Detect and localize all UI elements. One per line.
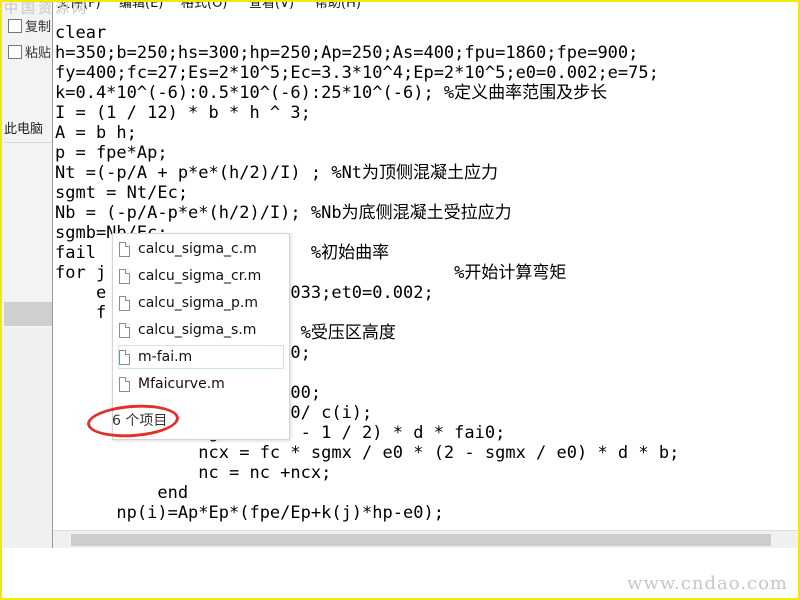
file-icon (119, 241, 130, 257)
code-line: fy=400;fc=27;Es=2*10^5;Ec=3.3*10^4;Ep=2*… (55, 63, 659, 83)
menu-bar: 文件(F) 编辑(E) 格式(O) 查看(V) 帮助(H) (53, 0, 800, 23)
code-line: end (55, 483, 189, 503)
file-name: calcu_sigma_s.m (138, 322, 257, 338)
watermark-bottom: www.cndao.com (627, 573, 788, 594)
file-icon (119, 349, 130, 365)
watermark-top: 中国资源网 (4, 1, 89, 17)
menu-format[interactable]: 格式(O) (181, 0, 227, 11)
code-line: np(i)=Ap*Ep*(fpe/Ep+k(j)*hp-e0); (55, 503, 444, 523)
file-item-calcu-sigma-s[interactable]: calcu_sigma_s.m (119, 319, 283, 341)
ribbon-paste-label: 粘贴 (25, 46, 52, 61)
file-item-mfaicurve[interactable]: Mfaicurve.m (119, 373, 283, 395)
ribbon-copy-button[interactable]: 复制 (8, 16, 51, 35)
code-line: Nt =(-p/A + p*e*(h/2)/I) ; %Nt为顶侧混凝土应力 (55, 163, 499, 183)
nav-divider (4, 142, 56, 143)
file-icon (119, 268, 130, 284)
file-item-calcu-sigma-cr[interactable]: calcu_sigma_cr.m (119, 265, 283, 287)
code-line: clear (55, 23, 107, 43)
file-item-calcu-sigma-p[interactable]: calcu_sigma_p.m (119, 292, 283, 314)
code-line: h=350;b=250;hs=300;hp=250;Ap=250;As=400;… (55, 43, 639, 63)
file-icon (119, 322, 130, 338)
nav-item-this-pc[interactable]: 此电脑 (4, 118, 43, 137)
menu-view[interactable]: 查看(V) (249, 0, 294, 11)
ribbon-paste-button[interactable]: 粘贴 (8, 42, 51, 61)
code-line: p = fpe*Ap; (55, 143, 168, 163)
nav-scrollbar-track[interactable] (4, 328, 56, 548)
file-icon (119, 376, 130, 392)
file-item-m-fai[interactable]: m-fai.m (118, 345, 284, 369)
code-line: A = b h; (55, 123, 137, 143)
file-name: m-fai.m (138, 349, 193, 365)
code-line: f (55, 303, 107, 323)
menu-edit[interactable]: 编辑(E) (119, 0, 163, 11)
code-line: k=0.4*10^(-6):0.5*10^(-6):25*10^(-6); %定… (55, 83, 608, 103)
file-icon (119, 295, 130, 311)
explorer-sidebar: 复制 粘贴 此电脑 (2, 2, 56, 596)
file-name: calcu_sigma_c.m (138, 241, 257, 257)
nav-scrollbar-thumb[interactable] (4, 302, 56, 326)
code-line: sgmt = Nt/Ec; (55, 183, 189, 203)
code-line: I = (1 / 12) * b * h ^ 3; (55, 103, 311, 123)
code-line: ncx = fc * sgmx / e0 * (2 - sgmx / e0) *… (55, 443, 680, 463)
paste-icon (8, 44, 22, 59)
file-name: calcu_sigma_cr.m (138, 268, 262, 284)
horizontal-scrollbar-thumb[interactable] (71, 534, 771, 546)
menu-help[interactable]: 帮助(H) (315, 0, 361, 11)
horizontal-scrollbar[interactable] (53, 530, 800, 549)
file-name: Mfaicurve.m (138, 376, 225, 392)
code-line: Nb = (-p/A-p*e*(h/2)/I); %Nb为底侧混凝土受拉应力 (55, 203, 512, 223)
file-item-calcu-sigma-c[interactable]: calcu_sigma_c.m (119, 238, 283, 260)
code-line: nc = nc +ncx; (55, 463, 332, 483)
file-name: calcu_sigma_p.m (138, 295, 258, 311)
copy-icon (8, 18, 22, 33)
ribbon-copy-label: 复制 (25, 20, 52, 35)
